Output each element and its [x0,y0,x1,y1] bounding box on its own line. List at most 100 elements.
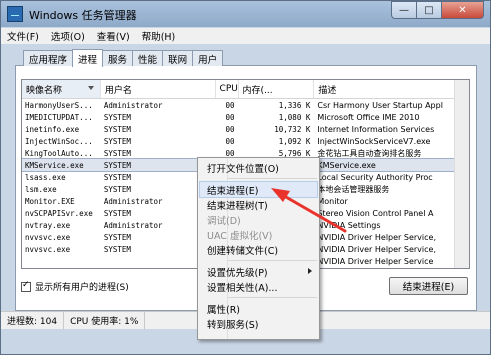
cell-cpu: 00 [225,136,235,146]
vertical-scrollbar[interactable] [454,80,469,268]
close-button[interactable]: ✕ [442,1,484,19]
menu-options[interactable]: 选项(O) [45,29,91,43]
context-menu-label: 创建转储文件(C) [207,245,279,257]
cell-cpu: 00 [225,124,235,134]
process-row[interactable]: HarmonyUserS... Administrator 00 1,336 K Csr… [22,99,469,111]
context-menu-label: 设置优先级(P) [207,267,268,279]
cell-image-name: lsass.exe [25,172,66,182]
cell-description: NVIDIA Settings [317,220,381,230]
menu-bar: 文件(F) 选项(O) 查看(V) 帮助(H) [1,28,490,44]
end-process-button[interactable]: 结束进程(E) [389,277,468,295]
column-header-memory[interactable]: 内存(... [239,80,315,98]
cell-memory: 10,732 K [274,124,311,134]
column-header-cpu[interactable]: CPU [216,80,239,98]
context-menu-item-end-process-tree[interactable]: 结束进程树(T) [198,197,319,212]
context-menu-label: 属性(R) [207,304,241,316]
cell-user: SYSTEM [103,124,131,134]
context-menu-label: 转到服务(S) [207,319,259,331]
context-menu-item-uac-virtualization: UAC 虚拟化(V) [198,227,319,242]
menu-separator [228,260,317,261]
process-row[interactable]: inetinfo.exe SYSTEM 00 10,732 K Internet Inf… [22,123,469,135]
cell-image-name: lsm.exe [25,184,57,194]
context-menu-item-debug: 调试(D) [198,212,319,227]
tab-processes[interactable]: 进程 [72,49,104,67]
column-header-description[interactable]: 描述 [314,80,469,98]
context-menu-label: UAC 虚拟化(V) [207,230,273,242]
tab-services[interactable]: 服务 [102,50,134,66]
cell-description: Stereo Vision Control Panel A [317,208,434,218]
cell-description: NVIDIA Driver Helper Service, [317,232,436,242]
cell-image-name: KingToolAuto... [25,148,93,158]
tab-strip: 应用程序 进程 服务 性能 联网 用户 [23,49,224,67]
minimize-button[interactable]: — [391,1,417,19]
context-menu-item-set-priority[interactable]: 设置优先级(P) [198,264,319,279]
context-menu-label: 打开文件位置(O) [207,163,279,175]
cell-description: Monitor [317,196,348,206]
cell-description: 金花钻工具自动查询排名服务 [317,148,422,158]
cell-cpu: 00 [225,100,235,110]
menu-view[interactable]: 查看(V) [91,29,136,43]
tab-users[interactable]: 用户 [192,50,224,66]
context-menu-item-go-to-service[interactable]: 转到服务(S) [198,316,319,331]
context-menu-item-properties[interactable]: 属性(R) [198,301,319,316]
cell-description: Csr Harmony User Startup Appl [317,100,443,110]
cell-description: NVIDIA Driver Helper Service, [317,244,436,254]
cell-image-name: HarmonyUserS... [25,100,93,110]
cell-image-name: nvtray.exe [25,220,71,230]
cell-user: SYSTEM [103,112,131,122]
cell-image-name: Monitor.EXE [25,196,75,206]
cell-memory: 1,336 K [278,100,311,110]
sort-arrow-icon [87,86,94,90]
cell-description: 本地会话管理器服务 [317,184,390,194]
task-manager-app-icon [7,6,23,22]
context-menu-item-set-affinity[interactable]: 设置相关性(A)... [198,279,319,294]
column-header-user[interactable]: 用户名 [101,80,216,98]
show-all-processes-option[interactable]: 显示所有用户的进程(S) [21,280,129,293]
context-menu: 打开文件位置(O) 结束进程(E) 结束进程树(T) 调试(D) UAC 虚拟化(V) 创… [197,157,320,340]
show-all-processes-checkbox[interactable] [21,280,31,292]
context-menu-label: 结束进程树(T) [207,200,268,212]
show-all-processes-label: 显示所有用户的进程(S) [35,283,129,293]
context-menu-item-create-dump-file[interactable]: 创建转储文件(C) [198,242,319,257]
cell-cpu: 00 [225,112,235,122]
context-menu-item-end-process[interactable]: 结束进程(E) [199,181,318,198]
process-row[interactable]: IMEDICTUPDAT... SYSTEM 00 1,080 K Microsoft … [22,111,469,123]
cell-description: InjectWinSockServiceV7.exe [317,136,431,146]
title-bar[interactable]: Windows 任务管理器 — □ ✕ [1,1,490,27]
cell-image-name: IMEDICTUPDAT... [25,112,93,122]
cell-user: SYSTEM [103,136,131,146]
status-process-count: 进程数: 104 [1,312,65,329]
submenu-arrow-icon [308,268,312,274]
tab-networking[interactable]: 联网 [162,50,194,66]
cell-image-name: KMService.exe [25,160,84,170]
cell-description: Local Security Authority Proc [317,172,433,182]
cell-image-name: nvvsvc.exe [25,244,71,254]
menu-help[interactable]: 帮助(H) [136,29,182,43]
cell-user: Administrator [103,100,163,110]
status-cpu-usage: CPU 使用率: 1% [64,312,146,329]
window-title: Windows 任务管理器 [29,9,137,22]
cell-image-name: nvvsvc.exe [25,232,71,242]
menu-separator [228,297,317,298]
cell-memory: 1,092 K [278,136,311,146]
menu-file[interactable]: 文件(F) [1,29,45,43]
context-menu-label: 结束进程(E) [207,185,259,197]
tab-performance[interactable]: 性能 [132,50,164,66]
menu-separator [228,178,317,179]
context-menu-item-open-file-location[interactable]: 打开文件位置(O) [198,160,319,175]
cell-description: KMService.exe [317,160,376,170]
maximize-button[interactable]: □ [417,1,442,19]
cell-image-name: InjectWinSoc... [25,136,93,146]
cell-description: Microsoft Office IME 2010 [317,112,420,122]
cell-image-name: inetinfo.exe [25,124,80,134]
context-menu-label: 调试(D) [207,215,241,227]
process-row[interactable]: InjectWinSoc... SYSTEM 00 1,092 K InjectWinS… [22,135,469,147]
cell-description: NVIDIA Driver Helper Service [317,256,434,266]
cell-description: Internet Information Services [317,124,435,134]
column-header-image-name[interactable]: 映像名称 [22,80,101,98]
cell-memory: 1,080 K [278,112,311,122]
tab-applications[interactable]: 应用程序 [23,50,74,66]
column-header-row: 映像名称 用户名 CPU 内存(... 描述 [22,80,469,99]
context-menu-label: 设置相关性(A)... [207,282,278,294]
cell-image-name: nvSCPAPISvr.exe [25,208,93,218]
